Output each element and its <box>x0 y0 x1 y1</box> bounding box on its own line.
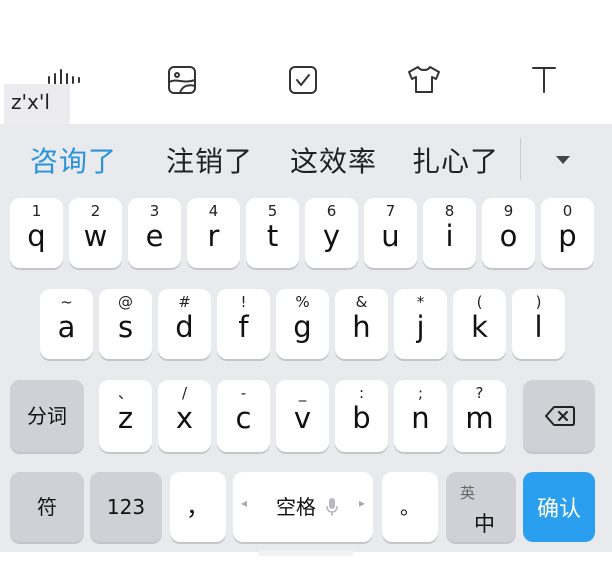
key-c[interactable]: -c <box>217 380 270 452</box>
key-j[interactable]: * j <box>394 289 447 359</box>
key-l[interactable]: ) l <box>512 289 565 359</box>
backspace-icon <box>545 406 575 426</box>
key-f[interactable]: ! f <box>217 289 270 359</box>
numbers-key[interactable]: 123 <box>90 472 162 542</box>
comma-key[interactable]: ， <box>170 472 226 542</box>
space-key[interactable]: ◂ 空格 ▸ <box>233 472 373 542</box>
candidate-divider <box>520 138 521 180</box>
key-w[interactable]: 2w <box>69 198 122 268</box>
keyboard-toolbar <box>0 50 612 106</box>
key-a[interactable]: ~ a <box>40 289 93 359</box>
candidate-item[interactable]: 咨询了 <box>30 140 117 180</box>
pinyin-composition: z'x'l <box>4 84 70 124</box>
key-h[interactable]: & h <box>335 289 388 359</box>
candidate-item[interactable]: 注销了 <box>166 140 253 180</box>
candidate-bar: 咨询了 注销了 这效率 扎心了 <box>0 124 612 194</box>
symbols-key[interactable]: 符 <box>10 472 84 542</box>
key-e[interactable]: 3e <box>128 198 181 268</box>
key-d[interactable]: # d <box>158 289 211 359</box>
keyboard: 咨询了 注销了 这效率 扎心了 1q 2w 3e 4r 5t 6y 7u 8i … <box>0 124 612 552</box>
sticker-icon[interactable] <box>162 60 202 100</box>
checkbox-icon[interactable] <box>283 60 323 100</box>
period-key[interactable]: 。 <box>382 472 438 542</box>
language-switch-key[interactable]: 英 中 <box>446 472 516 542</box>
key-s[interactable]: @ s <box>99 289 152 359</box>
gesture-handle[interactable] <box>258 550 354 556</box>
candidate-item[interactable]: 扎心了 <box>412 140 499 180</box>
segment-key[interactable]: 分词 <box>10 380 84 452</box>
key-k[interactable]: (k <box>453 289 506 359</box>
key-z[interactable]: 、 z <box>99 380 152 452</box>
chevron-right-icon: ▸ <box>358 496 365 510</box>
key-b[interactable]: :b <box>335 380 388 452</box>
key-y[interactable]: 6y <box>305 198 358 268</box>
text-icon[interactable] <box>524 60 564 100</box>
key-i[interactable]: 8i <box>423 198 476 268</box>
key-x[interactable]: / x <box>158 380 211 452</box>
key-r[interactable]: 4r <box>187 198 240 268</box>
key-p[interactable]: 0p <box>541 198 594 268</box>
backspace-button[interactable] <box>523 380 595 452</box>
confirm-button[interactable]: 确认 <box>523 472 595 542</box>
key-v[interactable]: _ v <box>276 380 329 452</box>
key-u[interactable]: 7u <box>364 198 417 268</box>
key-o[interactable]: 9o <box>482 198 535 268</box>
candidate-item[interactable]: 这效率 <box>290 140 377 180</box>
tshirt-icon[interactable] <box>404 60 444 100</box>
key-n[interactable]: ; n <box>394 380 447 452</box>
key-t[interactable]: 5t <box>246 198 299 268</box>
chevron-down-icon[interactable] <box>545 142 581 178</box>
microphone-icon <box>326 498 338 516</box>
key-g[interactable]: % g <box>276 289 329 359</box>
key-q[interactable]: 1q <box>10 198 63 268</box>
key-m[interactable]: ? m <box>453 380 506 452</box>
